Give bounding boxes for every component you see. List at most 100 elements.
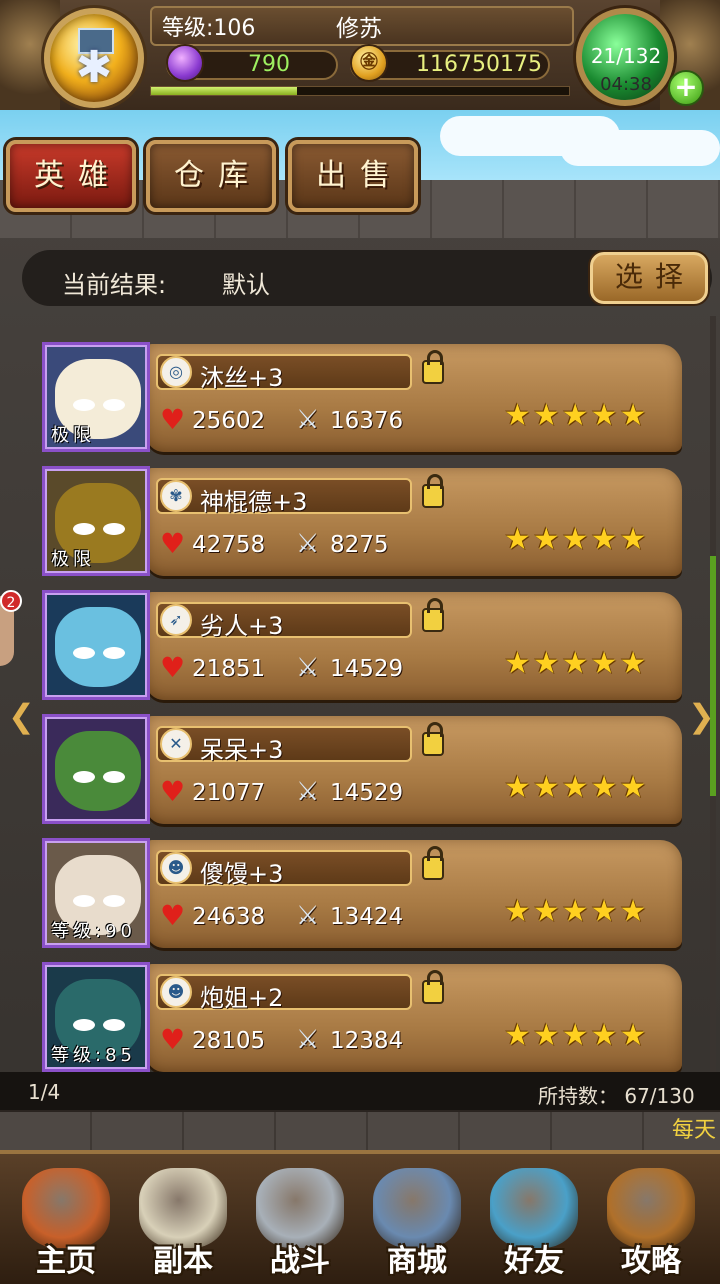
heart-icon: ♥ bbox=[160, 527, 186, 560]
crossed-swords-icon: ⚔ bbox=[296, 777, 320, 807]
nav-item[interactable]: 主页 bbox=[8, 1162, 124, 1279]
lock-icon[interactable] bbox=[422, 598, 444, 632]
daily-ticker: 每天 bbox=[672, 1118, 717, 1143]
hero-tag: 极限 bbox=[51, 425, 95, 446]
nav-item[interactable]: 攻略 bbox=[593, 1162, 709, 1279]
heart-icon: ♥ bbox=[160, 403, 186, 436]
lock-icon[interactable] bbox=[422, 846, 444, 880]
hero-hp: 28105 bbox=[192, 1028, 266, 1054]
hero-name: 沐丝+3 bbox=[200, 364, 284, 392]
tab-warehouse[interactable]: 仓库 bbox=[146, 140, 276, 212]
player-medal-avatar[interactable]: ✱ bbox=[44, 8, 144, 108]
add-stamina-button[interactable]: + bbox=[668, 70, 704, 106]
hero-list[interactable]: 极限 ◎ 沐丝+3 ♥ 25602 ⚔ 16376 ★★★★★ 极限 ✾ 神棍德… bbox=[0, 316, 712, 1074]
snowflake-medal-icon: ✱ bbox=[75, 42, 113, 93]
next-arrow-icon[interactable]: ❯ bbox=[688, 698, 715, 734]
eye bbox=[73, 523, 95, 535]
lock-icon[interactable] bbox=[422, 722, 444, 756]
hero-attack: 14529 bbox=[330, 656, 404, 682]
hero-hp: 25602 bbox=[192, 408, 266, 434]
hero-card[interactable]: 等级:90 ☻ 傻馒+3 ♥ 24638 ⚔ 13424 ★★★★★ bbox=[42, 838, 692, 950]
notification-badge: 2 bbox=[0, 590, 22, 612]
select-button[interactable]: 选择 bbox=[590, 252, 708, 304]
scrollbar-thumb[interactable] bbox=[710, 556, 716, 796]
star-rating: ★★★★★ bbox=[504, 522, 649, 557]
hero-attack: 16376 bbox=[330, 408, 404, 434]
spirit-icon: ◎ bbox=[160, 356, 192, 388]
hero-hp: 24638 bbox=[192, 904, 266, 930]
filter-value: 默认 bbox=[222, 271, 270, 299]
hero-attack: 14529 bbox=[330, 780, 404, 806]
lock-icon[interactable] bbox=[422, 970, 444, 1004]
hero-hp: 21851 bbox=[192, 656, 266, 682]
hero-name: 神棍德+3 bbox=[200, 488, 308, 516]
eye bbox=[103, 895, 125, 907]
nav-item[interactable]: 战斗 bbox=[242, 1162, 358, 1279]
lock-icon[interactable] bbox=[422, 474, 444, 508]
hero-attack: 8275 bbox=[330, 532, 389, 558]
eye bbox=[103, 647, 125, 659]
experience-fill bbox=[151, 87, 298, 95]
hero-portrait[interactable]: 极限 bbox=[42, 342, 150, 452]
eye bbox=[103, 771, 125, 783]
hero-portrait[interactable]: 极限 bbox=[42, 466, 150, 576]
gold-coin-icon: ㊎ bbox=[350, 44, 388, 82]
nav-label: 战斗 bbox=[270, 1244, 330, 1279]
star-rating: ★★★★★ bbox=[504, 894, 649, 929]
nav-item[interactable]: 商城 bbox=[359, 1162, 475, 1279]
hero-card[interactable]: 极限 ◎ 沐丝+3 ♥ 25602 ⚔ 16376 ★★★★★ bbox=[42, 342, 692, 454]
eye bbox=[73, 647, 95, 659]
hero-name-pill bbox=[156, 354, 412, 390]
nav-label: 副本 bbox=[153, 1244, 213, 1279]
crossed-swords-icon: ⚔ bbox=[296, 653, 320, 683]
hero-face bbox=[55, 731, 141, 811]
hero-card[interactable]: 极限 ✾ 神棍德+3 ♥ 42758 ⚔ 8275 ★★★★★ bbox=[42, 466, 692, 578]
paw-icon: ✾ bbox=[160, 480, 192, 512]
hero-portrait[interactable]: 等级:85 bbox=[42, 962, 150, 1072]
nav-item[interactable]: 好友 bbox=[476, 1162, 592, 1279]
player-name: 修苏 bbox=[336, 16, 382, 42]
experience-bar bbox=[150, 86, 570, 96]
nav-label: 商城 bbox=[387, 1244, 447, 1279]
lock-icon[interactable] bbox=[422, 350, 444, 384]
hero-portrait[interactable]: 等级:90 bbox=[42, 838, 150, 948]
tab-sell[interactable]: 出售 bbox=[288, 140, 418, 212]
prev-arrow-icon[interactable]: ❮ bbox=[8, 698, 35, 734]
hero-name-pill bbox=[156, 974, 412, 1010]
tab-hero[interactable]: 英雄 bbox=[6, 140, 136, 212]
hero-name-pill bbox=[156, 850, 412, 886]
star-rating: ★★★★★ bbox=[504, 1018, 649, 1053]
hero-card[interactable]: ✕ 呆呆+3 ♥ 21077 ⚔ 14529 ★★★★★ bbox=[42, 714, 692, 826]
gem-value: 790 bbox=[248, 52, 290, 77]
hero-face bbox=[55, 607, 141, 687]
stamina-timer: 04:38 bbox=[600, 74, 652, 95]
hero-tag: 极限 bbox=[51, 549, 95, 570]
hero-portrait[interactable] bbox=[42, 714, 150, 824]
nav-label: 主页 bbox=[36, 1244, 96, 1279]
player-level: 等级:106 bbox=[162, 16, 256, 41]
star-rating: ★★★★★ bbox=[504, 646, 649, 681]
hero-card[interactable]: ➶ 劣人+3 ♥ 21851 ⚔ 14529 ★★★★★ bbox=[42, 590, 692, 702]
hero-tag: 等级:85 bbox=[51, 1045, 136, 1066]
heart-icon: ♥ bbox=[160, 651, 186, 684]
hero-name-pill bbox=[156, 726, 412, 762]
nav-label: 好友 bbox=[504, 1244, 564, 1279]
nav-item[interactable]: 副本 bbox=[125, 1162, 241, 1279]
hero-name-pill bbox=[156, 602, 412, 638]
page-number: 1/4 bbox=[28, 1080, 61, 1104]
hero-card[interactable]: 等级:85 ☻ 炮姐+2 ♥ 28105 ⚔ 12384 ★★★★★ bbox=[42, 962, 692, 1074]
heart-icon: ♥ bbox=[160, 775, 186, 808]
hero-attack: 12384 bbox=[330, 1028, 404, 1054]
heart-icon: ♥ bbox=[160, 899, 186, 932]
eye bbox=[103, 1019, 125, 1031]
gold-value: 116750175 bbox=[416, 52, 542, 77]
hero-portrait[interactable] bbox=[42, 590, 150, 700]
crossed-swords-icon: ⚔ bbox=[296, 1025, 320, 1055]
hero-attack: 13424 bbox=[330, 904, 404, 930]
stone-wall-bottom bbox=[0, 1110, 720, 1152]
skull-icon: ☻ bbox=[160, 852, 192, 884]
hero-hp: 21077 bbox=[192, 780, 266, 806]
bottom-navigation: 主页 副本 战斗 商城 好友 攻略 bbox=[0, 1150, 720, 1284]
hero-name: 炮姐+2 bbox=[200, 984, 284, 1012]
filter-label: 当前结果: bbox=[62, 271, 167, 299]
